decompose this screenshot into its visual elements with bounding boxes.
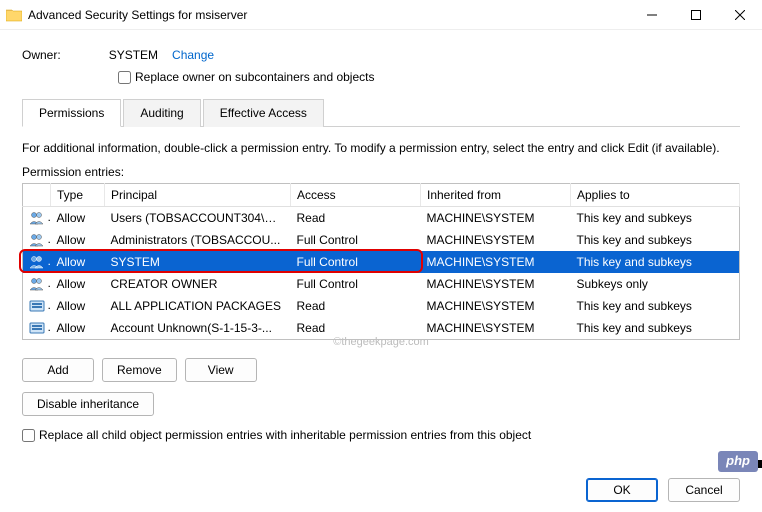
row-access-cell: Read [291,207,421,230]
replace-all-row[interactable]: Replace all child object permission entr… [22,428,740,442]
minimize-button[interactable] [630,0,674,30]
replace-all-checkbox[interactable] [22,429,35,442]
entries-label: Permission entries: [22,165,740,179]
row-icon-cell [23,251,51,273]
row-inherited-cell: MACHINE\SYSTEM [421,295,571,317]
col-principal-header[interactable]: Principal [105,184,291,207]
row-inherited-cell: MACHINE\SYSTEM [421,229,571,251]
row-principal-cell: Administrators (TOBSACCOU... [105,229,291,251]
row-applies-cell: Subkeys only [571,273,740,295]
tabs: Permissions Auditing Effective Access [22,98,740,127]
principal-icon [29,210,45,226]
principal-icon [29,254,45,270]
permission-table: Type Principal Access Inherited from App… [22,183,740,340]
row-access-cell: Full Control [291,229,421,251]
row-applies-cell: This key and subkeys [571,295,740,317]
table-row[interactable]: AllowSYSTEMFull ControlMACHINE\SYSTEMThi… [23,251,740,273]
replace-owner-checkbox[interactable] [118,71,131,84]
ok-button[interactable]: OK [586,478,658,502]
col-access-header[interactable]: Access [291,184,421,207]
row-principal-cell: Users (TOBSACCOUNT304\Us... [105,207,291,230]
row-principal-cell: Account Unknown(S-1-15-3-... [105,317,291,340]
view-button[interactable]: View [185,358,257,382]
row-type-cell: Allow [51,251,105,273]
principal-icon [29,276,45,292]
row-icon-cell [23,317,51,340]
col-icon-header[interactable] [23,184,51,207]
maximize-button[interactable] [674,0,718,30]
col-type-header[interactable]: Type [51,184,105,207]
row-inherited-cell: MACHINE\SYSTEM [421,317,571,340]
row-type-cell: Allow [51,229,105,251]
window-title: Advanced Security Settings for msiserver [28,8,630,22]
owner-label: Owner: [22,48,61,62]
row-principal-cell: CREATOR OWNER [105,273,291,295]
row-access-cell: Read [291,295,421,317]
row-icon-cell [23,229,51,251]
row-type-cell: Allow [51,207,105,230]
row-icon-cell [23,295,51,317]
principal-icon [29,298,45,314]
table-row[interactable]: AllowCREATOR OWNERFull ControlMACHINE\SY… [23,273,740,295]
row-principal-cell: SYSTEM [105,251,291,273]
row-applies-cell: This key and subkeys [571,317,740,340]
row-type-cell: Allow [51,317,105,340]
principal-icon [29,232,45,248]
tab-effective-access[interactable]: Effective Access [203,99,324,127]
disable-inheritance-button[interactable]: Disable inheritance [22,392,154,416]
row-inherited-cell: MACHINE\SYSTEM [421,251,571,273]
principal-icon [29,320,45,336]
row-applies-cell: This key and subkeys [571,207,740,230]
tab-permissions[interactable]: Permissions [22,99,121,127]
tab-auditing[interactable]: Auditing [123,99,200,127]
row-icon-cell [23,273,51,295]
table-row[interactable]: AllowUsers (TOBSACCOUNT304\Us...ReadMACH… [23,207,740,230]
replace-owner-label: Replace owner on subcontainers and objec… [135,70,374,84]
row-icon-cell [23,207,51,230]
table-row[interactable]: AllowALL APPLICATION PACKAGESReadMACHINE… [23,295,740,317]
row-access-cell: Read [291,317,421,340]
table-row[interactable]: AllowAccount Unknown(S-1-15-3-...ReadMAC… [23,317,740,340]
row-access-cell: Full Control [291,273,421,295]
replace-owner-row[interactable]: Replace owner on subcontainers and objec… [118,70,740,84]
table-row[interactable]: AllowAdministrators (TOBSACCOU...Full Co… [23,229,740,251]
remove-button[interactable]: Remove [102,358,177,382]
row-applies-cell: This key and subkeys [571,229,740,251]
info-text: For additional information, double-click… [22,141,740,155]
row-access-cell: Full Control [291,251,421,273]
replace-all-label: Replace all child object permission entr… [39,428,531,442]
row-inherited-cell: MACHINE\SYSTEM [421,273,571,295]
php-badge: php [718,451,758,472]
folder-icon [6,8,22,22]
row-applies-cell: This key and subkeys [571,251,740,273]
row-inherited-cell: MACHINE\SYSTEM [421,207,571,230]
row-principal-cell: ALL APPLICATION PACKAGES [105,295,291,317]
close-button[interactable] [718,0,762,30]
owner-value: SYSTEM [109,48,158,62]
add-button[interactable]: Add [22,358,94,382]
col-inherited-header[interactable]: Inherited from [421,184,571,207]
titlebar: Advanced Security Settings for msiserver [0,0,762,30]
cancel-button[interactable]: Cancel [668,478,740,502]
row-type-cell: Allow [51,295,105,317]
col-applies-header[interactable]: Applies to [571,184,740,207]
change-owner-link[interactable]: Change [172,48,214,62]
row-type-cell: Allow [51,273,105,295]
